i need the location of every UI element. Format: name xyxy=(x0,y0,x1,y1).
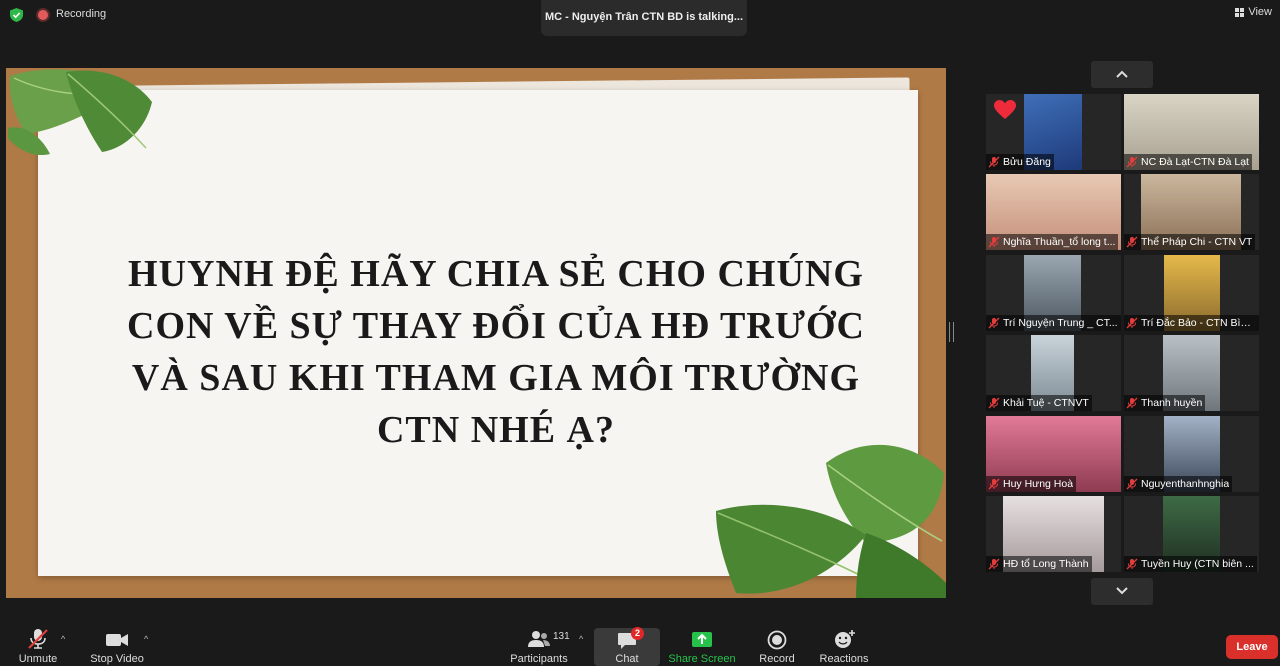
participant-name: Tuyền Huy (CTN biên ... xyxy=(1141,558,1254,570)
chevron-up-icon xyxy=(1116,70,1128,78)
participant-tile[interactable]: Tuyền Huy (CTN biên ... xyxy=(1124,496,1259,572)
leaf-decoration-top-left xyxy=(8,69,152,156)
heart-reaction-icon xyxy=(994,100,1016,119)
participant-name: HĐ tổ Long Thành xyxy=(1003,558,1089,570)
participant-name: NC Đà Lạt-CTN Đà Lạt xyxy=(1141,156,1249,168)
video-options-caret-icon[interactable]: ^ xyxy=(144,634,148,644)
participant-name: Thể Pháp Chi - CTN VT xyxy=(1141,236,1253,248)
participant-tile[interactable]: Thanh huyền xyxy=(1124,335,1259,411)
slide-line: CON VỀ SỰ THAY ĐỔI CỦA HĐ TRƯỚC xyxy=(127,305,865,347)
participant-tile[interactable]: Nguyenthanhnghia xyxy=(1124,416,1259,492)
muted-mic-icon xyxy=(1126,397,1138,409)
muted-mic-icon xyxy=(1126,558,1138,570)
share-screen-label: Share Screen xyxy=(668,653,736,665)
top-bar: Recording MC - Nguyện Trân CTN BD is tal… xyxy=(0,0,1280,36)
participants-icon xyxy=(528,631,550,647)
chevron-down-icon xyxy=(1116,587,1128,595)
muted-mic-icon xyxy=(988,156,1000,168)
record-label: Record xyxy=(759,653,795,665)
participant-name: Nguyenthanhnghia xyxy=(1141,478,1230,490)
participant-tile[interactable]: Trí Nguyện Trung _ CT... xyxy=(986,255,1121,331)
audio-options-caret-icon[interactable]: ^ xyxy=(61,634,65,644)
reactions-label: Reactions xyxy=(819,653,869,665)
stop-video-label: Stop Video xyxy=(90,653,144,665)
participant-name: Trí Nguyện Trung _ CT... xyxy=(1003,317,1118,329)
chat-unread-badge: 2 xyxy=(631,627,644,640)
view-label: View xyxy=(1248,6,1272,18)
security-shield-icon[interactable] xyxy=(10,8,23,22)
leave-button[interactable]: Leave xyxy=(1226,635,1278,659)
shared-screen-slide: HUYNH ĐỆ HÃY CHIA SẺ CHO CHÚNG CON VỀ SỰ… xyxy=(6,68,946,598)
participant-name: Bửu Đăng xyxy=(1003,156,1051,168)
slide-line: VÀ SAU KHI THAM GIA MÔI TRƯỜNG xyxy=(131,357,861,399)
participants-label: Participants xyxy=(510,653,568,665)
recording-label: Recording xyxy=(56,8,107,20)
participant-tile[interactable]: Bửu Đăng xyxy=(986,94,1121,170)
muted-microphone-icon xyxy=(28,629,48,649)
reactions-button[interactable]: Reactions xyxy=(818,622,870,666)
participant-tile[interactable]: HĐ tổ Long Thành xyxy=(986,496,1121,572)
participant-tile[interactable]: Khải Tuệ - CTNVT xyxy=(986,335,1121,411)
gallery-scroll-up-button[interactable] xyxy=(1091,61,1153,88)
participants-count: 131 xyxy=(553,631,570,642)
leaf-decoration-bottom-right xyxy=(716,444,946,598)
participant-tile[interactable]: Nghĩa Thuần_tổ long t... xyxy=(986,174,1121,250)
participant-tile[interactable]: Trí Đắc Bảo - CTN Bình... xyxy=(1124,255,1259,331)
slide-line: HUYNH ĐỆ HÃY CHIA SẺ CHO CHÚNG xyxy=(128,253,864,295)
chat-label: Chat xyxy=(615,653,639,665)
muted-mic-icon xyxy=(1126,156,1138,168)
record-icon xyxy=(767,630,787,650)
participants-button[interactable]: 131 Participants xyxy=(508,622,570,666)
gallery-scroll-down-button[interactable] xyxy=(1091,578,1153,605)
participant-tile[interactable]: Huy Hưng Hoà xyxy=(986,416,1121,492)
share-screen-button[interactable]: Share Screen xyxy=(668,622,736,666)
recording-icon xyxy=(38,10,48,20)
muted-mic-icon xyxy=(988,478,1000,490)
muted-mic-icon xyxy=(988,558,1000,570)
participant-tile[interactable]: NC Đà Lạt-CTN Đà Lạt xyxy=(1124,94,1259,170)
participant-name: Khải Tuệ - CTNVT xyxy=(1003,397,1089,409)
muted-mic-icon xyxy=(1126,317,1138,329)
panel-resize-handle[interactable] xyxy=(949,322,954,342)
chat-button[interactable]: Chat xyxy=(594,628,660,666)
participant-name: Thanh huyền xyxy=(1141,397,1203,409)
smiley-reaction-icon xyxy=(835,630,855,648)
unmute-label: Unmute xyxy=(18,653,58,665)
view-button[interactable]: View xyxy=(1235,6,1272,18)
record-button[interactable]: Record xyxy=(755,622,799,666)
unmute-button[interactable]: Unmute xyxy=(16,622,60,666)
video-camera-icon xyxy=(106,634,128,646)
participant-name: Huy Hưng Hoà xyxy=(1003,478,1074,490)
muted-mic-icon xyxy=(988,236,1000,248)
participant-name: Nghĩa Thuần_tổ long t... xyxy=(1003,236,1116,248)
participant-tile[interactable]: Thể Pháp Chi - CTN VT xyxy=(1124,174,1259,250)
muted-mic-icon xyxy=(1126,236,1138,248)
share-screen-icon xyxy=(692,632,712,647)
grid-view-icon xyxy=(1235,7,1245,17)
stop-video-button[interactable]: Stop Video xyxy=(88,622,146,666)
muted-mic-icon xyxy=(988,317,1000,329)
participant-name: Trí Đắc Bảo - CTN Bình... xyxy=(1141,317,1256,329)
participants-options-caret-icon[interactable]: ^ xyxy=(579,634,583,644)
active-speaker-indicator: MC - Nguyện Trân CTN BD is talking... xyxy=(541,0,747,36)
muted-mic-icon xyxy=(988,397,1000,409)
muted-mic-icon xyxy=(1126,478,1138,490)
